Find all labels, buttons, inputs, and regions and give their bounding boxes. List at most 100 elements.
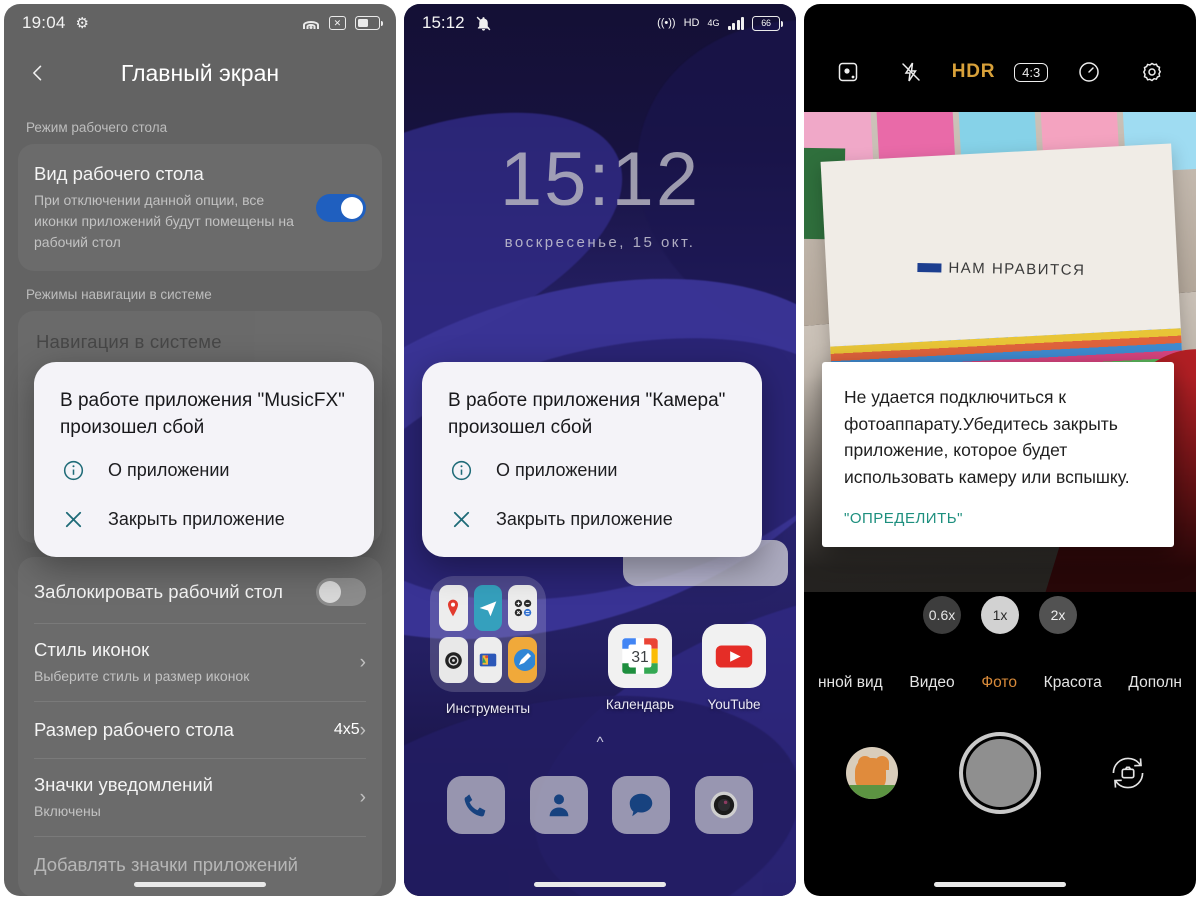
contacts-icon[interactable]	[529, 776, 588, 834]
desktop-view-row[interactable]: Вид рабочего стола При отключении данной…	[18, 148, 382, 267]
camera-error-action[interactable]: "ОПРЕДЕЛИТЬ"	[844, 510, 1152, 527]
desktop-size-row[interactable]: Размер рабочего стола 4x5 ›	[18, 702, 382, 758]
wifi-icon	[302, 16, 320, 30]
gallery-icon	[473, 637, 503, 683]
calendar-icon: 31	[608, 624, 672, 688]
lock-desktop-label: Заблокировать рабочий стол	[34, 581, 283, 603]
dialog-action-label: Закрыть приложение	[108, 508, 285, 529]
mode-tab-photo[interactable]: Фото	[973, 674, 1025, 692]
mode-tab-more[interactable]: Дополн	[1120, 674, 1190, 692]
home-gesture-bar[interactable]	[804, 882, 1196, 887]
desktop-view-toggle[interactable]	[316, 193, 366, 222]
icon-style-subtitle: Выберите стиль и размер иконок	[34, 668, 250, 685]
aspect-ratio-icon[interactable]: 4:3	[1014, 54, 1049, 90]
dock	[404, 776, 796, 834]
home-gesture-bar[interactable]	[404, 882, 796, 887]
signal-bars-icon	[727, 16, 744, 30]
lock-desktop-toggle[interactable]	[316, 578, 366, 607]
info-circle-icon	[448, 459, 474, 482]
app-youtube[interactable]: YouTube	[676, 624, 792, 712]
section-label-desktop-mode: Режим рабочего стола	[26, 120, 168, 135]
svg-text:31: 31	[631, 649, 648, 666]
zoom-chip-1x[interactable]: 1x	[981, 596, 1019, 634]
status-bar: 15:12 ((•)) HD 4G 66	[404, 4, 796, 42]
desktop-size-title: Размер рабочего стола	[34, 719, 234, 741]
camera-error-dialog: Не удается подключиться к фотоаппарату.У…	[822, 362, 1174, 548]
mode-tab-video[interactable]: Видео	[901, 674, 962, 692]
zoom-chip-2x[interactable]: 2x	[1039, 596, 1077, 634]
camera-icon[interactable]	[695, 776, 754, 834]
phone-panel-homescreen: 15:12 ((•)) HD 4G 66 15:12 воскресенье, …	[404, 4, 796, 896]
gear-icon: ⚙	[75, 14, 90, 32]
desktop-size-value: 4x5	[333, 721, 360, 739]
dialog-action-label: Закрыть приложение	[496, 508, 673, 529]
zoom-chip-0.6x[interactable]: 0.6x	[923, 596, 961, 634]
crash-dialog-title: В работе приложения "Камера" произошел с…	[448, 390, 726, 438]
back-chevron-icon[interactable]	[18, 53, 58, 93]
desktop-view-title: Вид рабочего стола	[34, 163, 204, 184]
maps-pin-icon	[439, 585, 468, 631]
messages-icon[interactable]	[612, 776, 671, 834]
status-bar: 19:04 ⚙ ✕	[4, 4, 396, 42]
app-label-youtube: YouTube	[707, 697, 761, 712]
phone-panel-camera: HDR 4:3 0.6x 1x 2x нной вид Видео Фото К…	[804, 4, 1196, 896]
notification-badges-subtitle: Включены	[34, 803, 101, 820]
hdr-icon[interactable]: HDR	[952, 54, 996, 90]
icon-style-row[interactable]: Стиль иконок Выберите стиль и размер ико…	[18, 624, 382, 701]
folder-tools[interactable]: Инструменты	[430, 576, 546, 716]
hdr-label: HDR	[951, 61, 996, 82]
chevron-up-icon[interactable]: ^	[404, 734, 796, 751]
desktop-view-subtitle: При отключении данной опции, все иконки …	[34, 192, 294, 251]
section-label-nav-modes: Режимы навигации в системе	[26, 287, 212, 303]
dialog-action-about-app[interactable]: О приложении	[34, 446, 374, 495]
lock-desktop-row[interactable]: Заблокировать рабочий стол	[18, 561, 382, 623]
network-type-label: 4G	[707, 18, 720, 28]
chevron-right-icon: ›	[359, 787, 366, 809]
phone-icon[interactable]	[446, 776, 505, 834]
icon-style-title: Стиль иконок	[34, 639, 150, 661]
info-circle-icon	[60, 459, 86, 482]
wifi-call-icon: ((•))	[657, 17, 676, 29]
camera-mode-tabs[interactable]: нной вид Видео Фото Красота Дополн	[804, 659, 1196, 707]
crash-dialog-title: В работе приложения "MusicFX" произошел …	[60, 390, 345, 438]
flip-camera-icon[interactable]	[1102, 747, 1154, 799]
folder-label: Инструменты	[445, 701, 531, 716]
lockscreen-date: воскресенье, 15 окт.	[504, 234, 696, 251]
page-title: Главный экран	[120, 59, 280, 86]
telegram-icon	[473, 585, 503, 631]
settings-gear-icon	[439, 637, 468, 683]
add-app-icons-label: Добавлять значки приложений	[34, 854, 299, 876]
hidden-row-navigation: Навигация в системе	[36, 331, 222, 353]
flash-off-icon[interactable]	[889, 54, 933, 90]
hd-label: HD	[683, 17, 700, 29]
chevron-right-icon: ›	[359, 652, 366, 674]
timer-icon[interactable]	[1067, 54, 1111, 90]
dialog-action-label: О приложении	[496, 459, 618, 480]
three-phone-screenshots: 19:04 ⚙ ✕ Главный экран Режим рабочего с…	[0, 0, 1200, 900]
dialog-action-about-app[interactable]: О приложении	[422, 446, 762, 495]
chevron-right-icon: ›	[359, 719, 366, 741]
mode-tab-pano[interactable]: нной вид	[810, 674, 891, 692]
gallery-thumbnail[interactable]	[846, 747, 898, 799]
crash-dialog-camera: В работе приложения "Камера" произошел с…	[422, 362, 762, 557]
status-time: 15:12	[422, 13, 465, 32]
battery-icon	[355, 16, 383, 30]
youtube-icon	[702, 624, 766, 688]
notes-pencil-icon	[508, 637, 537, 683]
calculator-icon	[508, 585, 537, 631]
home-gesture-bar[interactable]	[4, 882, 396, 887]
dialog-action-label: О приложении	[108, 459, 230, 480]
battery-icon: 66	[752, 15, 783, 31]
dialog-action-close-app[interactable]: Закрыть приложение	[34, 495, 374, 557]
shutter-button[interactable]	[959, 732, 1041, 814]
x-box-icon: ✕	[329, 16, 346, 30]
aspect-ratio-label: 4:3	[1014, 62, 1049, 82]
zoom-level-row: 0.6x 1x 2x	[804, 596, 1196, 634]
crash-dialog-musicfx: В работе приложения "MusicFX" произошел …	[34, 362, 374, 557]
settings-gear-icon[interactable]	[1130, 54, 1174, 90]
ai-scene-icon[interactable]	[826, 54, 870, 90]
notification-badges-row[interactable]: Значки уведомлений Включены ›	[18, 759, 382, 836]
dialog-action-close-app[interactable]: Закрыть приложение	[422, 495, 762, 557]
desktop-view-card: Вид рабочего стола При отключении данной…	[18, 144, 382, 272]
mode-tab-beauty[interactable]: Красота	[1036, 674, 1110, 692]
